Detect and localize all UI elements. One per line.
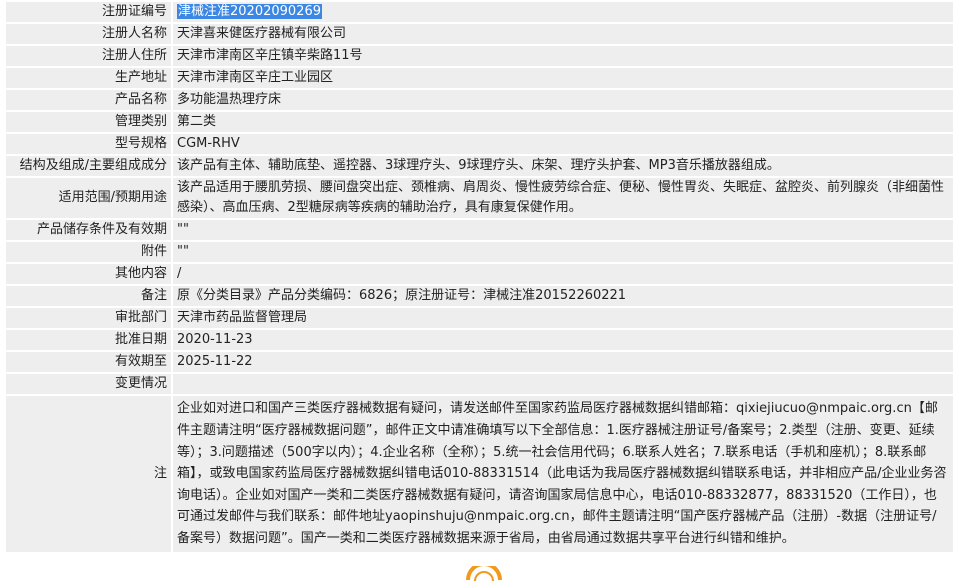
row-registrant-address: 注册人住所 天津市津南区辛庄镇辛柴路11号 bbox=[6, 46, 953, 66]
row-production-address: 生产地址 天津市津南区辛庄工业园区 bbox=[6, 68, 953, 88]
value-note: 企业如对进口和国产三类医疗器械数据有疑问，请发送邮件至国家药监局医疗器械数据纠错… bbox=[173, 396, 953, 552]
row-registrant-name: 注册人名称 天津喜来健医疗器械有限公司 bbox=[6, 24, 953, 44]
row-change-status: 变更情况 bbox=[6, 374, 953, 394]
value-approval-date: 2020-11-23 bbox=[173, 330, 953, 350]
value-valid-until: 2025-11-22 bbox=[173, 352, 953, 372]
row-storage-conditions: 产品储存条件及有效期 "" bbox=[6, 220, 953, 240]
registration-detail-sheet: 注册证编号 津械注准20202090269 注册人名称 天津喜来健医疗器械有限公… bbox=[0, 0, 963, 554]
row-other-content: 其他内容 / bbox=[6, 264, 953, 284]
value-model-spec: CGM-RHV bbox=[173, 134, 953, 154]
label-remarks: 备注 bbox=[6, 286, 171, 306]
label-change-status: 变更情况 bbox=[6, 374, 171, 394]
label-registration-number: 注册证编号 bbox=[6, 2, 171, 22]
value-intended-use: 该产品适用于腰肌劳损、腰间盘突出症、颈椎病、肩周炎、慢性疲劳综合症、便秘、慢性胃… bbox=[173, 178, 953, 218]
value-approval-department: 天津市药品监督管理局 bbox=[173, 308, 953, 328]
label-registrant-name: 注册人名称 bbox=[6, 24, 171, 44]
label-approval-department: 审批部门 bbox=[6, 308, 171, 328]
label-intended-use: 适用范围/预期用途 bbox=[6, 178, 171, 218]
label-structure-composition: 结构及组成/主要组成成分 bbox=[6, 156, 171, 176]
label-note: 注 bbox=[6, 396, 171, 552]
value-registrant-address: 天津市津南区辛庄镇辛柴路11号 bbox=[173, 46, 953, 66]
label-other-content: 其他内容 bbox=[6, 264, 171, 284]
row-product-name: 产品名称 多功能温热理疗床 bbox=[6, 90, 953, 110]
row-note: 注 企业如对进口和国产三类医疗器械数据有疑问，请发送邮件至国家药监局医疗器械数据… bbox=[6, 396, 953, 552]
value-management-category: 第二类 bbox=[173, 112, 953, 132]
row-intended-use: 适用范围/预期用途 该产品适用于腰肌劳损、腰间盘突出症、颈椎病、肩周炎、慢性疲劳… bbox=[6, 178, 953, 218]
label-model-spec: 型号规格 bbox=[6, 134, 171, 154]
row-registration-number: 注册证编号 津械注准20202090269 bbox=[6, 2, 953, 22]
value-registration-number[interactable]: 津械注准20202090269 bbox=[173, 2, 953, 22]
orange-arc-logo-icon bbox=[466, 566, 502, 582]
row-valid-until: 有效期至 2025-11-22 bbox=[6, 352, 953, 372]
row-management-category: 管理类别 第二类 bbox=[6, 112, 953, 132]
value-production-address: 天津市津南区辛庄工业园区 bbox=[173, 68, 953, 88]
value-storage-conditions: "" bbox=[173, 220, 953, 240]
row-attachments: 附件 "" bbox=[6, 242, 953, 262]
registration-detail-table: 注册证编号 津械注准20202090269 注册人名称 天津喜来健医疗器械有限公… bbox=[4, 0, 955, 554]
value-product-name: 多功能温热理疗床 bbox=[173, 90, 953, 110]
label-registrant-address: 注册人住所 bbox=[6, 46, 171, 66]
value-remarks: 原《分类目录》产品分类编码：6826；原注册证号：津械注准20152260221 bbox=[173, 286, 953, 306]
value-registrant-name: 天津喜来健医疗器械有限公司 bbox=[173, 24, 953, 44]
label-production-address: 生产地址 bbox=[6, 68, 171, 88]
row-approval-date: 批准日期 2020-11-23 bbox=[6, 330, 953, 350]
row-remarks: 备注 原《分类目录》产品分类编码：6826；原注册证号：津械注准20152260… bbox=[6, 286, 953, 306]
value-structure-composition: 该产品有主体、辅助底垫、遥控器、3球理疗头、9球理疗头、床架、理疗头护套、MP3… bbox=[173, 156, 953, 176]
row-structure-composition: 结构及组成/主要组成成分 该产品有主体、辅助底垫、遥控器、3球理疗头、9球理疗头… bbox=[6, 156, 953, 176]
label-attachments: 附件 bbox=[6, 242, 171, 262]
label-storage-conditions: 产品储存条件及有效期 bbox=[6, 220, 171, 240]
label-product-name: 产品名称 bbox=[6, 90, 171, 110]
value-other-content: / bbox=[173, 264, 953, 284]
label-management-category: 管理类别 bbox=[6, 112, 171, 132]
label-approval-date: 批准日期 bbox=[6, 330, 171, 350]
value-attachments: "" bbox=[173, 242, 953, 262]
row-approval-department: 审批部门 天津市药品监督管理局 bbox=[6, 308, 953, 328]
logo-arc-inner bbox=[474, 571, 494, 582]
selected-registration-number[interactable]: 津械注准20202090269 bbox=[177, 4, 322, 19]
value-change-status bbox=[173, 374, 953, 394]
label-valid-until: 有效期至 bbox=[6, 352, 171, 372]
row-model-spec: 型号规格 CGM-RHV bbox=[6, 134, 953, 154]
